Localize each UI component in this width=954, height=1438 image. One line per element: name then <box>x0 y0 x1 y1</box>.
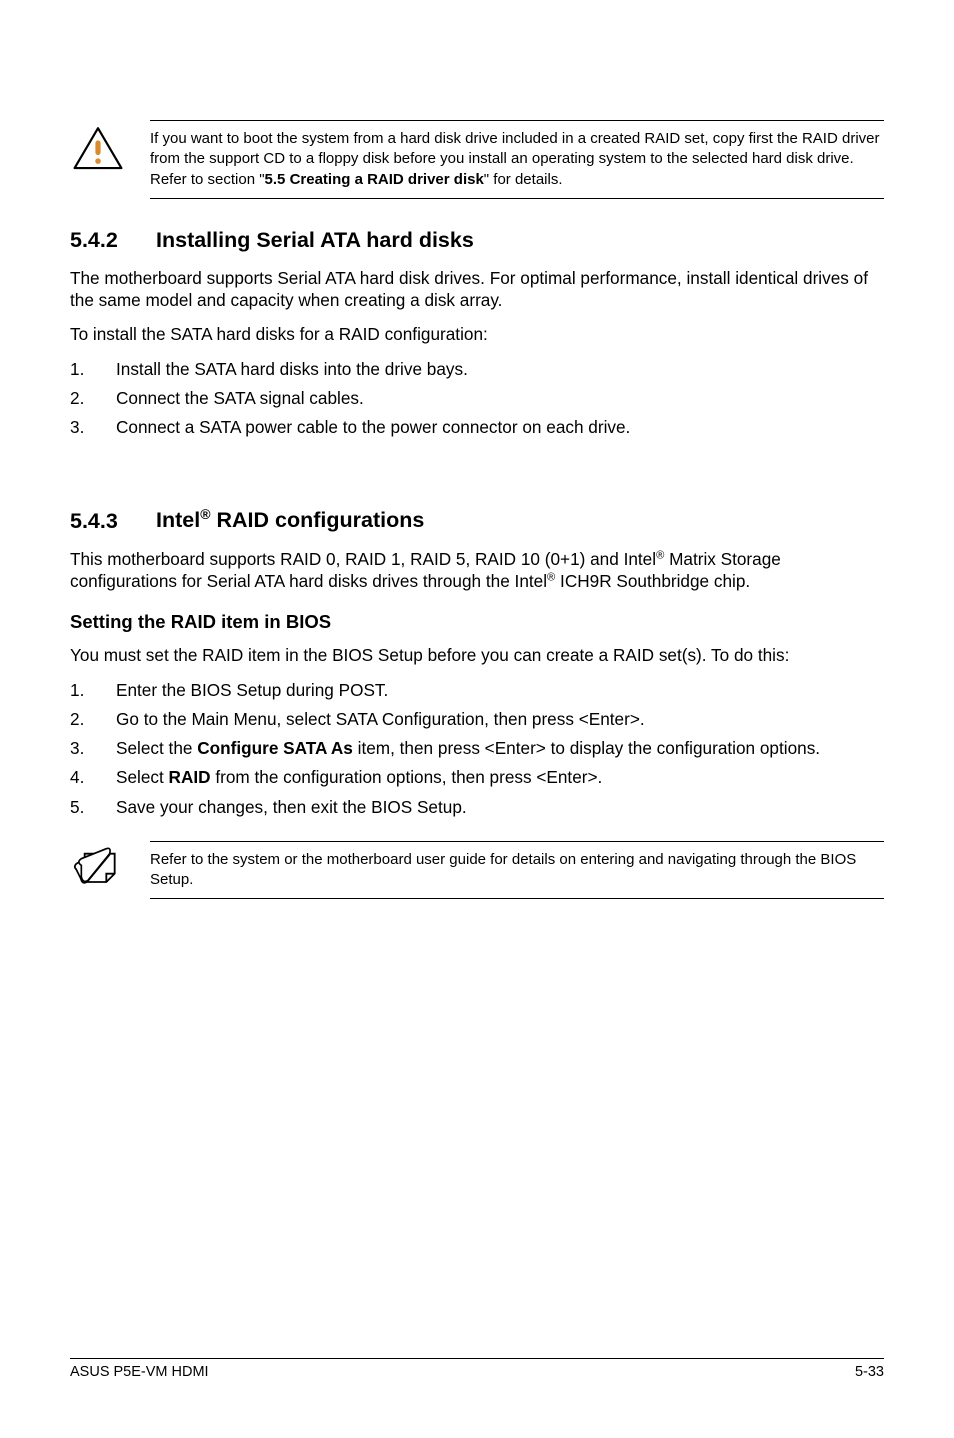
list-item: Select RAID from the configuration optio… <box>70 766 884 789</box>
list-item: Connect a SATA power cable to the power … <box>70 416 884 439</box>
warning-icon <box>70 120 126 177</box>
body-text: You must set the RAID item in the BIOS S… <box>70 644 884 666</box>
body-text: The motherboard supports Serial ATA hard… <box>70 267 884 312</box>
note-callout: Refer to the system or the motherboard u… <box>70 841 884 900</box>
list-item: Go to the Main Menu, select SATA Configu… <box>70 708 884 731</box>
ordered-list: Enter the BIOS Setup during POST. Go to … <box>70 679 884 819</box>
note-text: Refer to the system or the motherboard u… <box>150 841 884 900</box>
section-heading-1: 5.4.2Installing Serial ATA hard disks <box>70 227 884 255</box>
list-item: Connect the SATA signal cables. <box>70 387 884 410</box>
list-item: Select the Configure SATA As item, then … <box>70 737 884 760</box>
list-item: Enter the BIOS Setup during POST. <box>70 679 884 702</box>
body-text: To install the SATA hard disks for a RAI… <box>70 323 884 345</box>
ordered-list: Install the SATA hard disks into the dri… <box>70 358 884 440</box>
footer-left: ASUS P5E-VM HDMI <box>70 1363 209 1382</box>
list-item: Save your changes, then exit the BIOS Se… <box>70 796 884 819</box>
list-item: Install the SATA hard disks into the dri… <box>70 358 884 381</box>
warning-text: If you want to boot the system from a ha… <box>150 120 884 199</box>
note-icon <box>70 841 126 892</box>
section-heading-2: 5.4.3Intel® RAID configurations <box>70 505 884 535</box>
sub-heading: Setting the RAID item in BIOS <box>70 610 884 634</box>
footer-right: 5-33 <box>855 1363 884 1382</box>
warning-callout: If you want to boot the system from a ha… <box>70 120 884 199</box>
body-text: This motherboard supports RAID 0, RAID 1… <box>70 548 884 593</box>
page-footer: ASUS P5E-VM HDMI 5-33 <box>70 1358 884 1382</box>
